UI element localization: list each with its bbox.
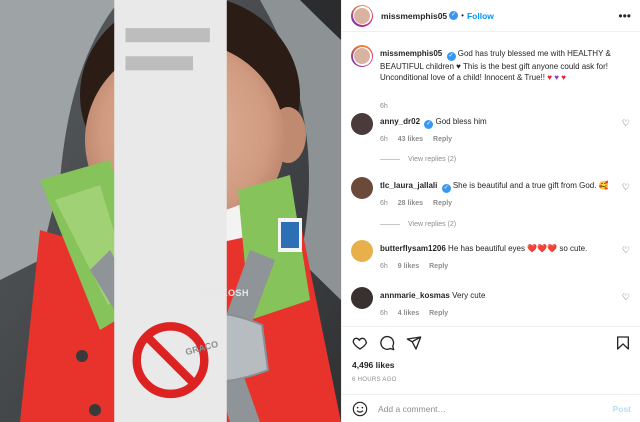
comment-body: Very cute [452,291,486,300]
post-sidebar: missmemphis05 ✓ • Follow ••• missmemphis… [341,0,640,422]
header-separator: • [461,11,464,20]
follow-button[interactable]: Follow [467,11,494,21]
purple-heart-icon: ♥ [554,73,559,82]
comment-time: 6h [380,136,388,143]
caption-text: missmemphis05 ✓ God has truly blessed me… [380,48,620,83]
comment-text: butterflysam1206 He has beautiful eyes ❤… [380,243,620,254]
view-replies-label: View replies (2) [408,156,457,163]
reply-button[interactable]: Reply [433,200,452,207]
comment-meta: 6h 4 likes Reply [380,310,456,317]
post-timestamp: 6 HOURS AGO [352,377,397,383]
comment-username[interactable]: anny_dr02 [380,117,420,126]
author-avatar[interactable] [351,45,373,67]
instagram-post-view: OSHKOSH GRACO missmemphis05 ✓ • Follow •… [0,0,640,422]
emoji-icon[interactable] [352,401,368,417]
heart-icon[interactable] [352,335,368,351]
comment-username[interactable]: tlc_laura_jallali [380,181,437,190]
view-replies-button[interactable]: View replies (2) [380,221,456,228]
action-row [352,335,422,351]
comment-like-heart-icon[interactable]: ♡ [622,118,630,129]
verified-badge-icon: ✓ [449,11,459,20]
red-heart-icon: ♥ [561,73,566,82]
comment-text: tlc_laura_jallali ✓ She is beautiful and… [380,180,620,193]
comment-text: annmarie_kosmas Very cute [380,290,620,301]
comment-body: He has beautiful eyes ❤️❤️❤️ so cute. [448,244,588,253]
verified-badge-icon: ✓ [441,184,451,193]
comment-icon[interactable] [379,335,395,351]
comment-body: God bless him [435,117,487,126]
likes-count[interactable]: 4,496 likes [352,360,395,370]
comment-meta: 6h 43 likes Reply [380,136,460,143]
reply-divider [380,159,400,160]
comment-like-heart-icon[interactable]: ♡ [622,292,630,303]
comment-likes[interactable]: 43 likes [398,136,423,143]
view-replies-button[interactable]: View replies (2) [380,156,456,163]
comment-likes[interactable]: 4 likes [398,310,419,317]
comment-likes[interactable]: 28 likes [398,200,423,207]
post-actions: 4,496 likes 6 HOURS AGO [342,326,640,396]
avatar[interactable] [351,113,373,135]
avatar[interactable] [351,240,373,262]
verified-badge-icon: ✓ [446,52,456,61]
post-comment-button[interactable]: Post [613,404,631,414]
reply-divider [380,224,400,225]
comment-body: She is beautiful and a true gift from Go… [452,181,609,190]
author-username[interactable]: missmemphis05 [381,11,447,21]
red-heart-icon: ♥ [547,73,552,82]
comment-like-heart-icon[interactable]: ♡ [622,182,630,193]
caption-username[interactable]: missmemphis05 [380,49,442,58]
reply-button[interactable]: Reply [433,136,452,143]
photo-brand-tag: OSHKOSH [200,288,250,298]
avatar[interactable] [351,177,373,199]
comment-meta: 6h 28 likes Reply [380,200,460,207]
comment-username[interactable]: annmarie_kosmas [380,291,450,300]
add-comment-bar: Post [342,394,640,422]
comment-time: 6h [380,310,388,317]
comment-username[interactable]: butterflysam1206 [380,244,446,253]
caption-time: 6h [380,103,388,110]
comment-meta: 6h 9 likes Reply [380,263,456,270]
comment-input[interactable] [378,403,598,414]
view-replies-label: View replies (2) [408,221,457,228]
comment-likes[interactable]: 9 likes [398,263,419,270]
comment-time: 6h [380,200,388,207]
caption-meta: 6h [380,103,396,110]
comment-text: anny_dr02 ✓ God bless him [380,116,620,129]
post-header: missmemphis05 ✓ • Follow ••• [342,0,640,32]
comment-like-heart-icon[interactable]: ♡ [622,245,630,256]
reply-button[interactable]: Reply [429,263,448,270]
reply-button[interactable]: Reply [429,310,448,317]
more-options-icon[interactable]: ••• [618,9,631,23]
comment-time: 6h [380,263,388,270]
avatar[interactable] [351,287,373,309]
bookmark-icon[interactable] [615,335,631,351]
share-icon[interactable] [406,335,422,351]
author-avatar[interactable] [351,4,373,27]
comments-list[interactable]: missmemphis05 ✓ God has truly blessed me… [342,33,640,325]
post-photo[interactable]: OSHKOSH GRACO [0,0,341,422]
seat-warning-label [114,0,227,422]
verified-badge-icon: ✓ [424,120,434,129]
